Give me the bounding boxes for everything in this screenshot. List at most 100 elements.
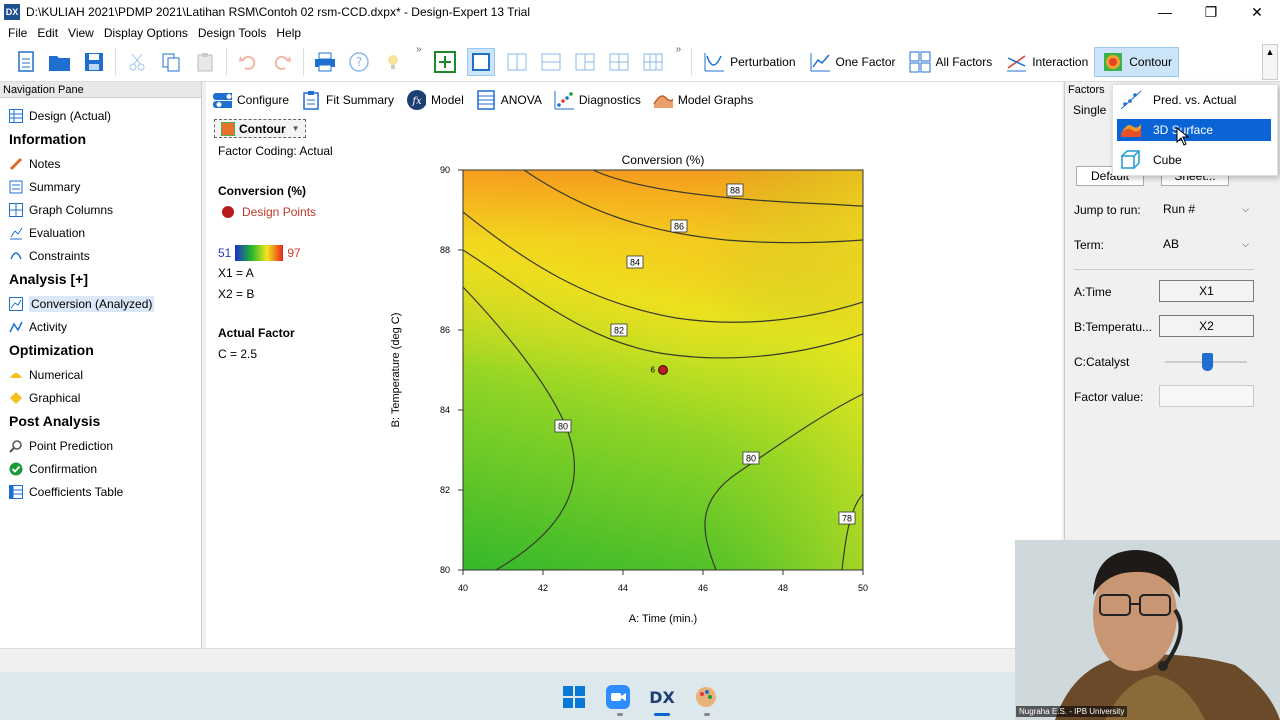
menu-item-pred-vs-actual[interactable]: Pred. vs. Actual — [1117, 89, 1271, 111]
svg-text:fx: fx — [411, 96, 422, 107]
contour-button[interactable]: Contour — [1094, 46, 1179, 77]
nav-item-numerical[interactable]: Numerical — [0, 363, 201, 386]
actual-factor-value: C = 2.5 — [218, 347, 258, 361]
contour-icon — [1101, 50, 1125, 74]
factor-coding: Factor Coding: Actual — [218, 144, 333, 158]
nav-item-notes[interactable]: Notes — [0, 152, 201, 175]
tab-anova[interactable]: ANOVA — [476, 90, 542, 110]
copy-icon[interactable] — [159, 50, 183, 74]
close-button[interactable]: ✕ — [1234, 0, 1280, 24]
menu-file[interactable]: File — [8, 26, 27, 40]
3d-surface-icon — [1119, 120, 1143, 140]
svg-text:DX: DX — [649, 688, 675, 707]
menu-display-options[interactable]: Display Options — [104, 26, 188, 40]
paint-app-icon[interactable] — [693, 684, 719, 710]
nav-item-label: Graph Columns — [29, 202, 114, 217]
one-factor-icon — [808, 50, 832, 74]
interaction-button[interactable]: Interaction — [998, 47, 1094, 77]
perturbation-button[interactable]: Perturbation — [696, 47, 801, 77]
maximize-button[interactable]: ❐ — [1188, 0, 1234, 24]
analysis-tab-bar: Configure Fit Summary fx Model ANOVA Diag… — [206, 82, 1062, 118]
nav-item-label: Constraints — [29, 248, 90, 263]
constraints-icon — [9, 249, 23, 263]
graph-type-selector[interactable]: Contour ▼ — [214, 119, 306, 138]
chart-labels: Conversion (%) A: Time (min.) B: Temperatu… — [390, 153, 868, 625]
chevron-down-icon: ⌵ — [1242, 238, 1249, 249]
redo-icon[interactable] — [270, 50, 294, 74]
three-pane-icon[interactable] — [573, 50, 597, 74]
tab-diagnostics[interactable]: Diagnostics — [554, 90, 641, 110]
coefficients-table-icon — [9, 484, 23, 499]
tab-configure[interactable]: Configure — [212, 90, 289, 110]
y-tick-label: 82 — [440, 485, 450, 495]
contour-line-88 — [592, 170, 863, 207]
one-factor-button[interactable]: One Factor — [802, 47, 902, 77]
toolbar-scroll-up[interactable]: ▲ — [1262, 44, 1278, 80]
menu-design-tools[interactable]: Design Tools — [198, 26, 266, 40]
menu-item-3d-surface[interactable]: 3D Surface — [1117, 119, 1271, 141]
toolbar-overflow-2[interactable]: » — [676, 44, 682, 55]
contour-icon — [221, 121, 235, 136]
nav-item-label: Numerical — [29, 367, 84, 382]
cut-icon[interactable] — [125, 50, 149, 74]
factor-b-axis-box[interactable]: X2 — [1159, 315, 1254, 337]
all-factors-button[interactable]: All Factors — [902, 47, 999, 77]
four-pane-icon[interactable] — [607, 50, 631, 74]
nav-item-confirmation[interactable]: Confirmation — [0, 457, 201, 480]
save-icon[interactable] — [82, 50, 106, 74]
single-pane-icon[interactable] — [466, 47, 495, 76]
paste-icon[interactable] — [193, 50, 217, 74]
design-point-count: 6 — [651, 366, 656, 375]
menu-view[interactable]: View — [68, 26, 94, 40]
nav-item-conversion-analyzed[interactable]: Conversion (Analyzed) — [0, 292, 201, 315]
design-expert-taskbar-icon[interactable]: DX — [649, 684, 675, 710]
nav-item-evaluation[interactable]: Evaluation — [0, 221, 201, 244]
open-folder-icon[interactable] — [48, 50, 72, 74]
tip-bulb-icon[interactable] — [381, 50, 405, 74]
tab-fit-summary[interactable]: Fit Summary — [301, 90, 394, 110]
zoom-app-icon[interactable] — [605, 684, 631, 710]
nav-item-point-prediction[interactable]: Point Prediction — [0, 434, 201, 457]
nav-item-constraints[interactable]: Constraints — [0, 244, 201, 267]
y-tick-label: 90 — [440, 165, 450, 175]
factor-c-slider-thumb[interactable] — [1202, 353, 1213, 371]
nav-item-activity[interactable]: Activity — [0, 315, 201, 338]
split-vertical-icon[interactable] — [505, 50, 529, 74]
menu-item-cube[interactable]: Cube — [1117, 149, 1271, 171]
toolbar-overflow-1[interactable]: » — [416, 44, 422, 55]
tab-model[interactable]: fx Model — [406, 90, 464, 110]
menu-edit[interactable]: Edit — [37, 26, 58, 40]
menu-help[interactable]: Help — [276, 26, 301, 40]
print-icon[interactable] — [313, 50, 337, 74]
nav-item-summary[interactable]: Summary — [0, 175, 201, 198]
pred-vs-actual-icon — [1119, 90, 1143, 110]
minimize-button[interactable]: — — [1142, 0, 1188, 24]
new-file-icon[interactable] — [14, 50, 38, 74]
nav-item-graphical[interactable]: Graphical — [0, 386, 201, 409]
contour-label: 80 — [558, 422, 568, 432]
contour-label-box — [610, 323, 628, 337]
nav-item-label: Point Prediction — [29, 438, 114, 453]
term-value: AB — [1163, 237, 1180, 251]
windows-start-icon[interactable] — [561, 684, 587, 710]
nav-item-design[interactable]: Design (Actual) — [0, 104, 201, 127]
help-icon[interactable]: ? — [347, 50, 371, 74]
split-horizontal-icon[interactable] — [539, 50, 563, 74]
factor-a-axis-box[interactable]: X1 — [1159, 280, 1254, 302]
factor-value-input[interactable] — [1159, 385, 1254, 407]
model-graphs-surface-icon — [653, 90, 673, 110]
nav-section-analysis[interactable]: Analysis [+] — [0, 267, 201, 292]
nav-item-coefficients-table[interactable]: Coefficients Table — [0, 480, 201, 503]
add-graph-icon[interactable] — [433, 50, 457, 74]
contour-label-box — [726, 183, 744, 197]
term-select[interactable]: AB ⌵ — [1159, 233, 1253, 255]
chevron-down-icon: ▼ — [291, 124, 300, 133]
nav-item-graph-columns[interactable]: Graph Columns — [0, 198, 201, 221]
nav-item-label: Confirmation — [29, 461, 98, 476]
grid-pane-icon[interactable] — [641, 50, 665, 74]
undo-icon[interactable] — [236, 50, 260, 74]
design-point — [658, 365, 668, 375]
jump-to-run-select[interactable]: Run # ⌵ — [1159, 198, 1253, 220]
tab-model-graphs[interactable]: Model Graphs — [653, 90, 753, 110]
contour-plot[interactable]: Conversion (%) A: Time (min.) B: Temperatu… — [206, 82, 1062, 648]
